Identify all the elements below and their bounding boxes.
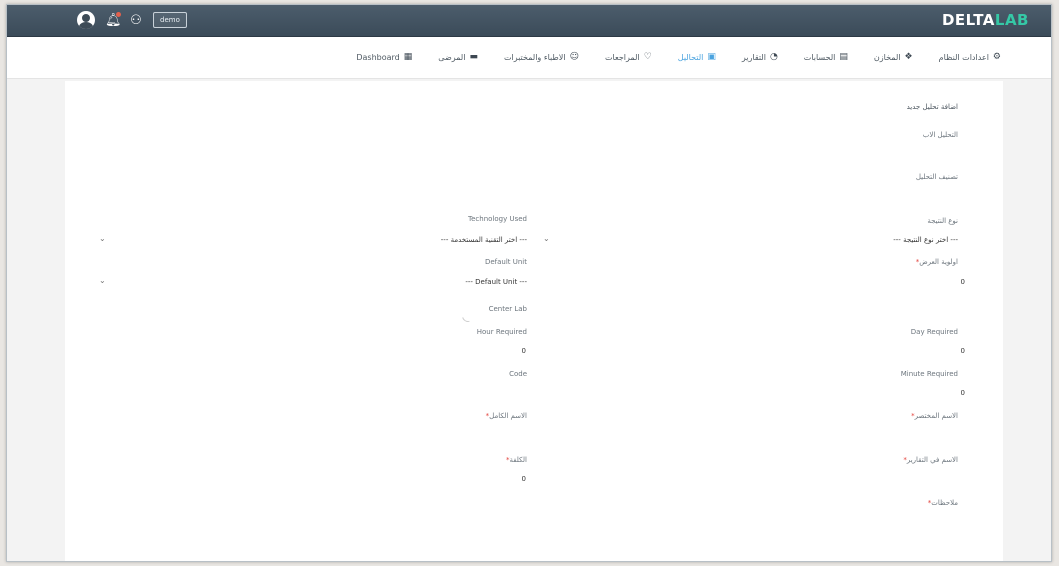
chevron-down-icon[interactable]: ⌄ xyxy=(99,234,106,243)
default-unit-label: Default Unit xyxy=(484,258,527,266)
minute-required-input[interactable]: 0 xyxy=(961,389,965,397)
hour-required-input[interactable]: 0 xyxy=(522,347,526,355)
test-category-label: تصنيف التحليل xyxy=(915,173,958,181)
notification-dot xyxy=(116,11,121,17)
display-priority-input[interactable]: 0 xyxy=(961,278,965,286)
chevron-down-icon[interactable]: ⌄ xyxy=(99,276,106,285)
loading-spinner-icon xyxy=(459,307,477,325)
gear-icon: ⚙ xyxy=(992,52,1001,62)
top-bar: 🔔︎ ⚇ demo DELTALAB xyxy=(7,5,1051,37)
day-required-label: Day Required xyxy=(910,328,958,336)
store-icon: ❖ xyxy=(904,52,913,62)
brand-logo[interactable]: DELTALAB xyxy=(942,11,1029,29)
full-name-text: الاسم الكامل xyxy=(489,412,527,420)
hour-required-label: Hour Required xyxy=(476,328,527,336)
nav-label: المراجعات xyxy=(604,52,640,62)
minute-required-label: Minute Required xyxy=(900,370,958,378)
technology-used-select[interactable]: --- اختر التقنية المستخدمة --- xyxy=(441,236,527,244)
brand-text: DELTA xyxy=(941,11,995,29)
money-icon: ▤ xyxy=(839,52,848,62)
pie-chart-icon: ◔ xyxy=(769,52,778,62)
grid-icon: ▦ xyxy=(403,52,413,62)
nav-label: المخازن xyxy=(873,52,901,62)
result-type-select[interactable]: --- اختر نوع النتيجة --- xyxy=(893,236,958,244)
nav-item-dashboard[interactable]: ▦ Dashboard xyxy=(356,52,412,62)
nav-item-stores[interactable]: ❖ المخازن xyxy=(874,52,913,62)
result-type-label: نوع النتيجة xyxy=(927,217,958,225)
cost-text: الكلفة xyxy=(509,456,527,464)
notes-label: *ملاحظات xyxy=(928,499,958,507)
doctor-icon: ☺ xyxy=(569,52,579,62)
display-priority-label: *اولوية العرض xyxy=(916,258,958,266)
center-lab-label: Center Lab xyxy=(488,305,527,313)
nav-item-visits[interactable]: ♡ المراجعات xyxy=(605,52,652,62)
app-window: 🔔︎ ⚇ demo DELTALAB ▦ Dashboard ▬ المرضى ☺ ا… xyxy=(6,4,1052,562)
cost-input[interactable]: 0 xyxy=(522,475,526,483)
user-icon[interactable]: ⚇ xyxy=(129,13,143,28)
nav-item-settings[interactable]: ⚙ اعدادات النظام xyxy=(939,52,1001,62)
main-navbar: ▦ Dashboard ▬ المرضى ☺ الاطباء والمختبرات ♡… xyxy=(7,37,1051,79)
day-required-input[interactable]: 0 xyxy=(961,347,965,355)
notes-text: ملاحظات xyxy=(931,499,958,507)
brand-text-accent: LAB xyxy=(994,11,1029,29)
nav-item-reports[interactable]: ◔ التقارير xyxy=(742,52,778,62)
nav-item-doctors-labs[interactable]: ☺ الاطباء والمختبرات xyxy=(504,52,579,62)
report-name-text: الاسم في التقارير xyxy=(906,456,958,464)
short-name-label: *الاسم المختصر xyxy=(911,412,958,420)
nav-label: الحسابات xyxy=(803,52,836,62)
briefcase-icon: ▣ xyxy=(707,52,716,62)
nav-label: المرضى xyxy=(438,52,466,62)
nav-label: Dashboard xyxy=(356,52,400,62)
full-name-label: *الاسم الكامل xyxy=(486,412,527,420)
heart-icon: ♡ xyxy=(643,52,652,62)
nav-label: التحاليل xyxy=(677,52,704,62)
cost-label: *الكلفة xyxy=(506,456,527,464)
top-bar-actions: 🔔︎ ⚇ demo xyxy=(77,11,187,29)
nav-item-patients[interactable]: ▬ المرضى xyxy=(438,52,478,62)
avatar[interactable] xyxy=(77,11,95,29)
add-test-form: اضافة تحليل جديد التحليل الاب تصنيف التح… xyxy=(65,81,1003,561)
short-name-text: الاسم المختصر xyxy=(914,412,958,420)
form-title: اضافة تحليل جديد xyxy=(906,103,958,111)
display-priority-text: اولوية العرض xyxy=(919,258,958,266)
nav-menu: ▦ Dashboard ▬ المرضى ☺ الاطباء والمختبرات ♡… xyxy=(356,52,1001,62)
technology-used-label: Technology Used xyxy=(468,215,527,223)
nav-label: اعدادات النظام xyxy=(938,52,989,62)
nav-label: التقارير xyxy=(741,52,766,62)
bell-icon[interactable]: 🔔︎ xyxy=(105,11,122,28)
bed-icon: ▬ xyxy=(469,52,478,62)
nav-item-accounts[interactable]: ▤ الحسابات xyxy=(804,52,848,62)
nav-item-tests[interactable]: ▣ التحاليل xyxy=(678,52,716,62)
report-name-label: *الاسم في التقارير xyxy=(903,456,958,464)
user-menu-button[interactable]: demo xyxy=(153,12,187,28)
nav-label: الاطباء والمختبرات xyxy=(503,52,566,62)
default-unit-select[interactable]: --- Default Unit --- xyxy=(465,278,527,286)
code-label: Code xyxy=(509,370,527,378)
parent-test-label: التحليل الاب xyxy=(922,131,958,139)
chevron-down-icon[interactable]: ⌄ xyxy=(543,234,550,243)
